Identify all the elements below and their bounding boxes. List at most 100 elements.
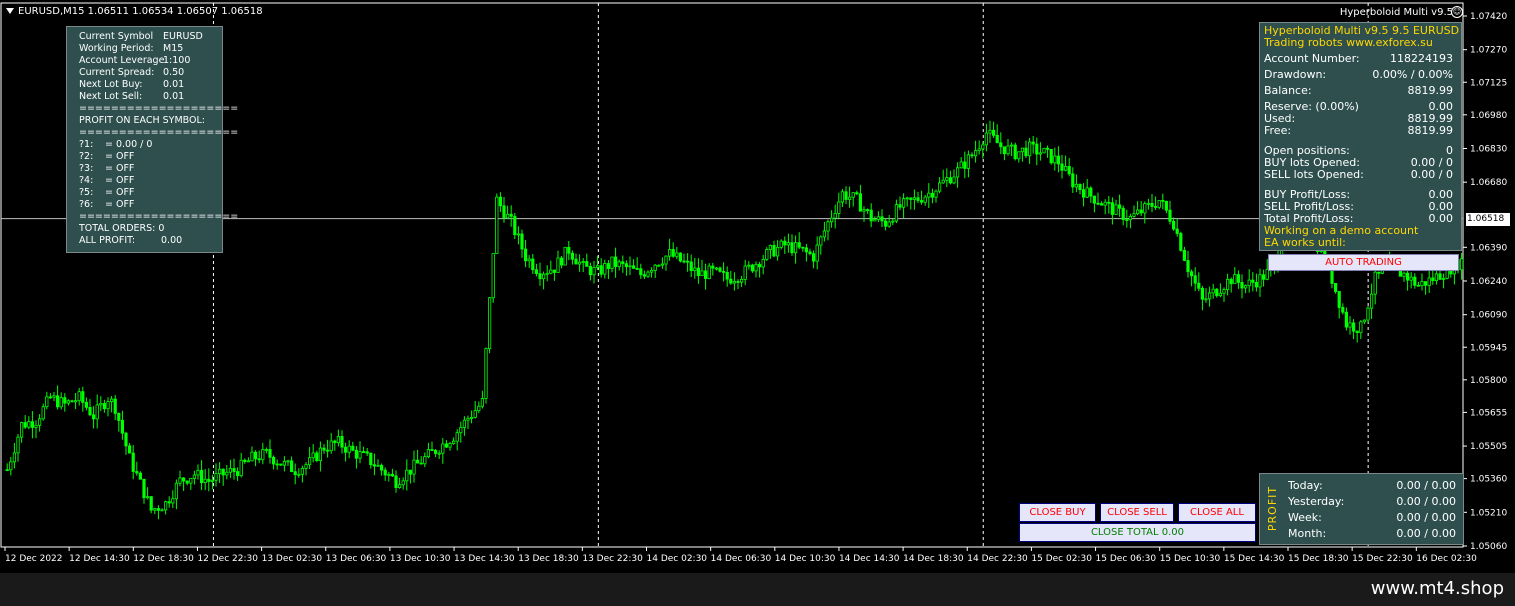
account-number-row: Account Number: 118224193: [1264, 53, 1457, 65]
close-all-button[interactable]: CLOSE ALL: [1178, 503, 1256, 522]
candle-body: [275, 463, 279, 466]
candle-body: [628, 265, 632, 268]
balance-label: Balance:: [1264, 84, 1312, 97]
ea-smiley-icon[interactable]: ☺: [1451, 6, 1463, 18]
candle-body: [1204, 298, 1208, 301]
candle-body: [621, 261, 625, 265]
candle-body: [1143, 203, 1147, 214]
ea-website[interactable]: Trading robots www.exforex.su: [1264, 37, 1457, 49]
candle-body: [1060, 163, 1064, 171]
x-tick-label: 16 Dec 02:30: [1416, 554, 1477, 564]
chart-window[interactable]: 12 Dec 2022 12 Dec 14:30 12 Dec 18:30 12 De…: [0, 0, 1515, 573]
candle-body: [376, 464, 380, 467]
x-tick-label: 15 Dec 22:30: [1352, 554, 1413, 564]
candle-body: [1218, 292, 1222, 297]
x-tick-label: 14 Dec 22:30: [967, 554, 1028, 564]
candle-body: [124, 432, 128, 447]
auto-trading-button[interactable]: AUTO TRADING: [1268, 254, 1459, 271]
candle-body: [153, 508, 157, 511]
candle-body: [480, 398, 485, 407]
candle-body: [1416, 284, 1420, 287]
candle-body: [77, 391, 81, 402]
candle-body: [401, 480, 405, 486]
candle-body: [797, 242, 801, 248]
symbol-value: = OFF: [105, 163, 135, 174]
candle-body: [469, 416, 474, 419]
candle-body: [343, 446, 348, 453]
y-tick-label: 1.07420: [1470, 12, 1507, 22]
candle-body: [390, 473, 395, 477]
x-tick-label: 15 Dec 02:30: [1031, 554, 1092, 564]
candle-body: [1222, 289, 1226, 294]
close-sell-button[interactable]: CLOSE SELL: [1100, 503, 1174, 522]
y-tick-label: 1.06980: [1470, 111, 1507, 121]
candle-body: [1226, 278, 1230, 291]
info-value: 1:100: [163, 55, 191, 66]
month-row: Month: 0.00 / 0.00: [1288, 527, 1458, 541]
candle-body: [1186, 260, 1190, 273]
info-value: 0.50: [163, 67, 185, 78]
candle-body: [671, 249, 675, 257]
candle-body: [617, 261, 621, 268]
candle-body: [538, 273, 542, 280]
candle-body: [1337, 291, 1341, 308]
candle-body: [120, 420, 124, 434]
candle-body: [1208, 292, 1212, 300]
candle-body: [1100, 203, 1104, 206]
candle-body: [264, 449, 269, 451]
candle-body: [1154, 206, 1158, 208]
candle-body: [732, 281, 737, 284]
profit-each-symbol-header: PROFIT ON EACH SYMBOL:: [79, 115, 205, 126]
candle-body: [995, 134, 999, 144]
candle-body: [992, 129, 996, 136]
info-value: M15: [163, 43, 184, 54]
candle-body: [603, 263, 607, 275]
candle-body: [776, 246, 780, 257]
candle-body: [1355, 330, 1359, 334]
symbol-label: ?6:: [79, 199, 94, 210]
candle-body: [63, 397, 67, 404]
candle-body: [351, 445, 355, 451]
candle-body: [1139, 209, 1143, 214]
candle-body: [542, 273, 546, 280]
candle-body: [1038, 152, 1042, 155]
x-tick-label: 13 Dec 18:30: [518, 554, 579, 564]
candle-body: [610, 256, 614, 270]
candle-body: [1049, 148, 1053, 164]
candle-body: [639, 268, 643, 276]
candle-body: [862, 209, 866, 212]
candle-body: [318, 447, 323, 462]
close-buy-button[interactable]: CLOSE BUY: [1019, 503, 1096, 522]
candle-body: [145, 496, 150, 499]
candle-body: [909, 197, 913, 200]
candle-body: [588, 266, 593, 276]
candle-body: [1017, 151, 1021, 160]
symbol-info-panel: Current Symbol EURUSD Working Period: M15 Ac…: [66, 26, 238, 253]
y-tick-label: 1.06240: [1470, 277, 1507, 287]
candle-body: [678, 252, 683, 262]
candle-body: [361, 451, 366, 454]
candle-body: [772, 245, 776, 257]
x-tick-label: 15 Dec 06:30: [1096, 554, 1157, 564]
candle-body: [682, 260, 686, 263]
candle-body: [1085, 187, 1089, 198]
info-label: Working Period:: [79, 43, 154, 54]
candle-body: [596, 265, 600, 268]
candle-body: [894, 204, 899, 222]
candle-body: [581, 261, 585, 263]
close-total-button[interactable]: CLOSE TOTAL 0.00: [1019, 523, 1256, 542]
candle-body: [1168, 209, 1172, 222]
candle-body: [48, 396, 53, 399]
chart-title: EURUSD,M15 1.06511 1.06534 1.06507 1.065…: [6, 6, 263, 17]
candle-body: [524, 248, 528, 262]
candle-body: [225, 471, 229, 476]
chart-menu-triangle-icon[interactable]: [6, 8, 14, 14]
candle-body: [397, 484, 402, 489]
candle-body: [891, 220, 895, 223]
candle-body: [1103, 201, 1107, 206]
candle-body: [243, 459, 247, 463]
candle-body: [34, 424, 38, 428]
info-label: Account Leverage:: [79, 55, 168, 66]
symbol-label: ?2:: [79, 151, 94, 162]
candle-body: [41, 406, 45, 420]
